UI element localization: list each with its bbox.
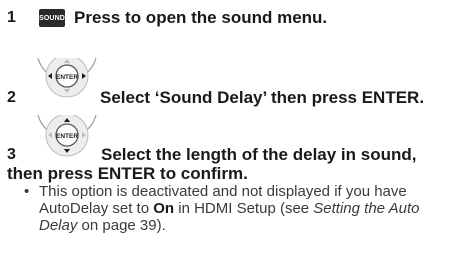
step-2-text: Select ‘Sound Delay’ then press ENTER.	[100, 88, 425, 107]
note-on-value: On	[153, 200, 175, 217]
note-text-part2: in HDMI Setup (see	[174, 200, 314, 217]
note-list: This option is deactivated and not displ…	[20, 183, 452, 234]
enter-button-label: ENTER	[56, 74, 78, 81]
sound-button-label: SOUND	[39, 14, 65, 22]
enter-button-label: ENTER	[56, 133, 78, 140]
step-3-text-line2: then press ENTER to confirm.	[7, 164, 248, 183]
sound-button-icon: SOUND	[39, 9, 65, 27]
note-text-part3: on page 39).	[77, 217, 166, 234]
remote-dpad-left-right-icon: ENTER	[37, 58, 97, 98]
step-3-text-line1: Select the length of the delay in sound,	[101, 145, 417, 164]
step-1-text: Press to open the sound menu.	[74, 8, 328, 27]
step-2-number: 2	[7, 89, 16, 106]
step-1-number: 1	[7, 9, 16, 26]
step-3-number: 3	[7, 146, 16, 163]
remote-dpad-up-down-icon: ENTER	[37, 115, 97, 157]
note-item: This option is deactivated and not displ…	[20, 183, 452, 234]
